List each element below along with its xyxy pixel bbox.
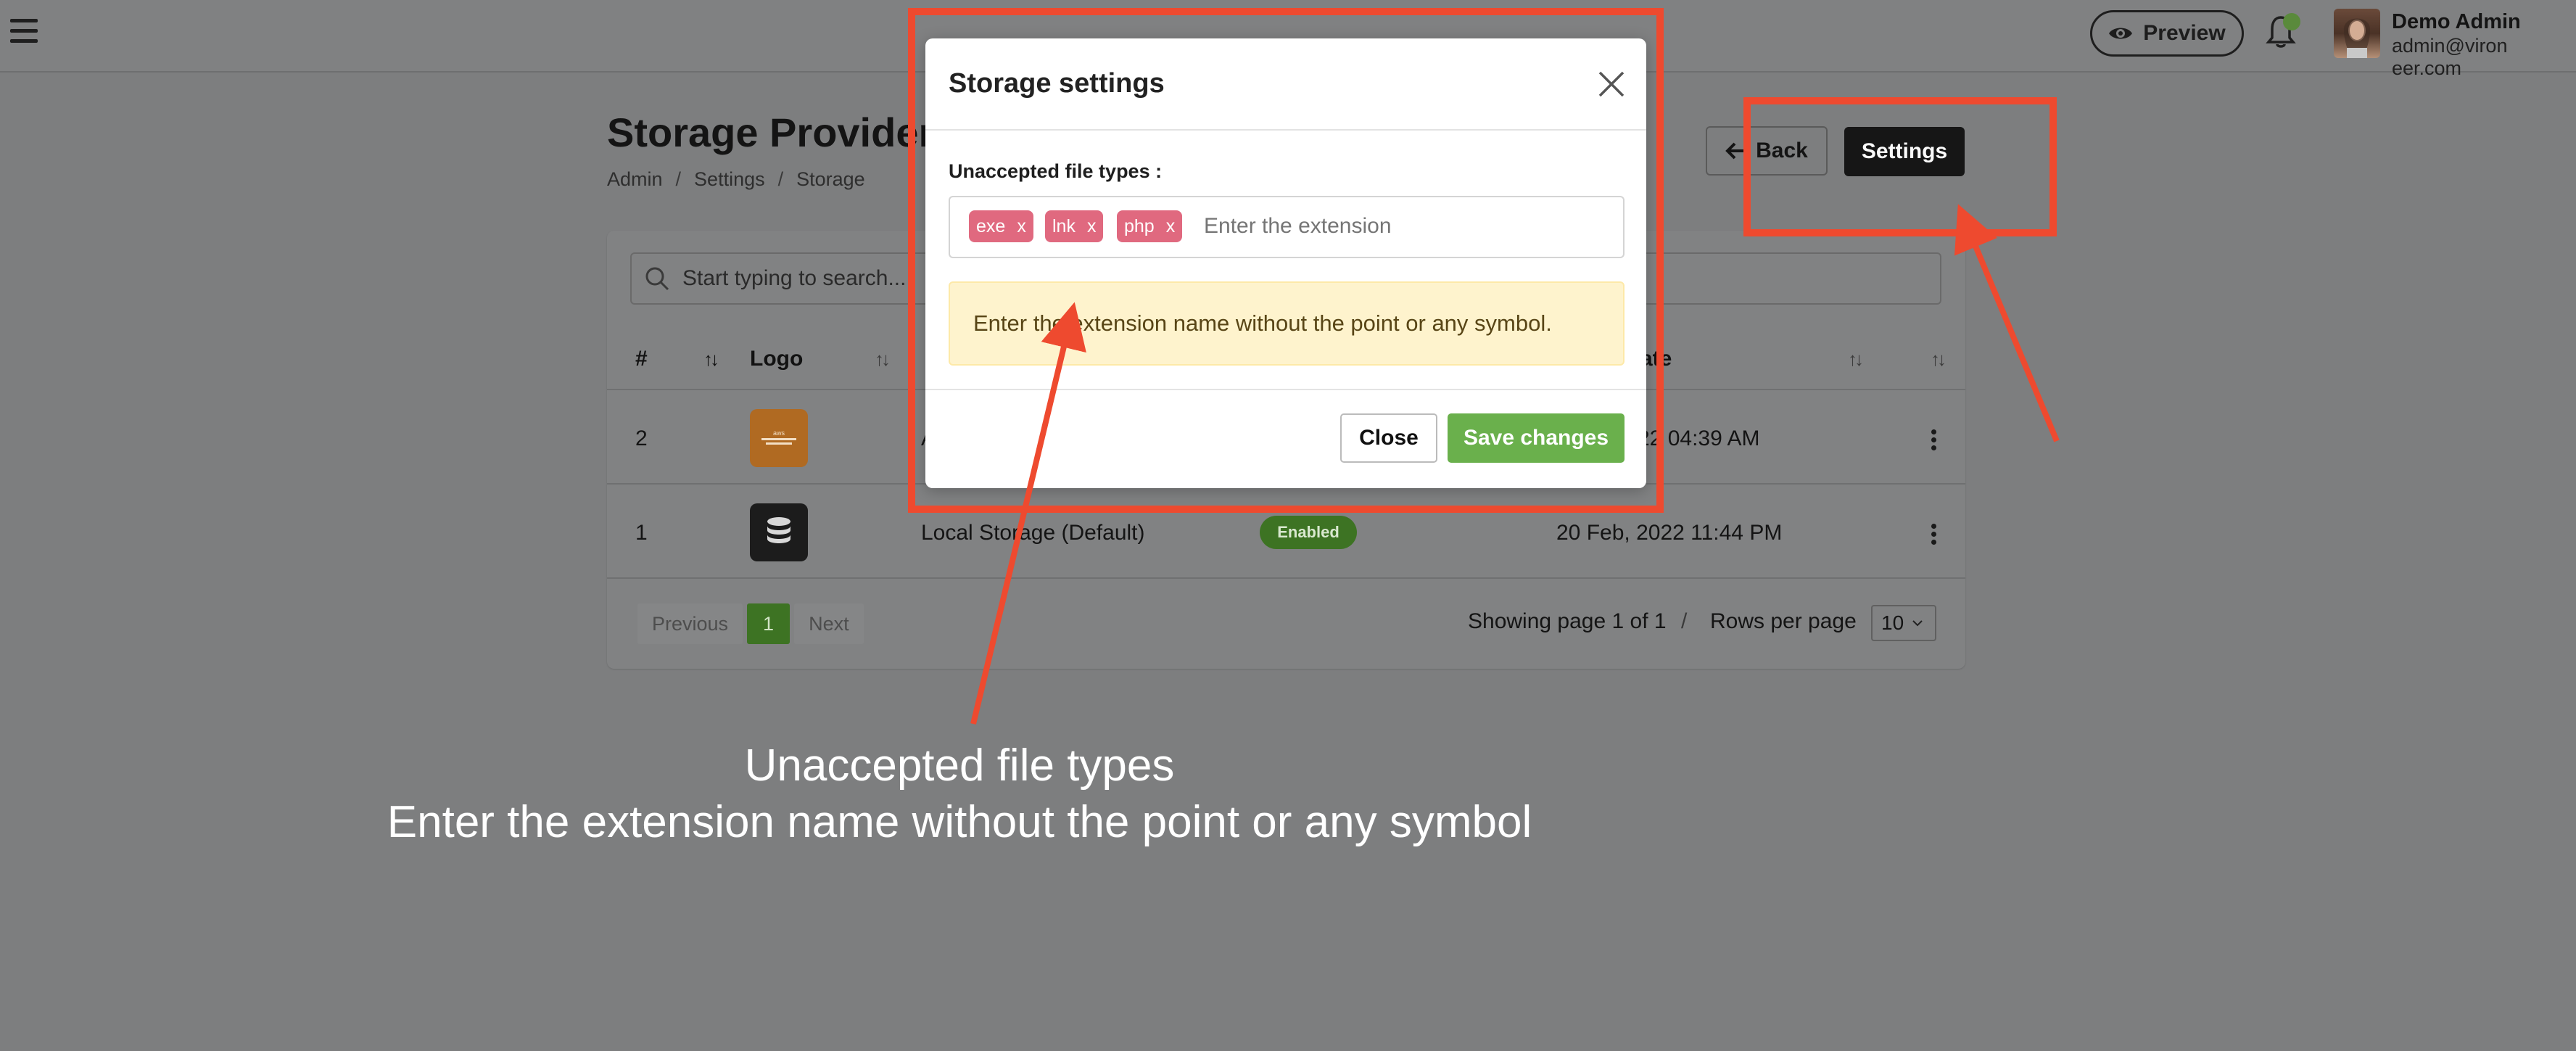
- annotation-arrows: [970, 204, 2060, 725]
- annotation-caption-line2: Enter the extension name without the poi…: [387, 797, 1532, 847]
- annotation-caption-line1: Unaccepted file types: [744, 741, 1175, 791]
